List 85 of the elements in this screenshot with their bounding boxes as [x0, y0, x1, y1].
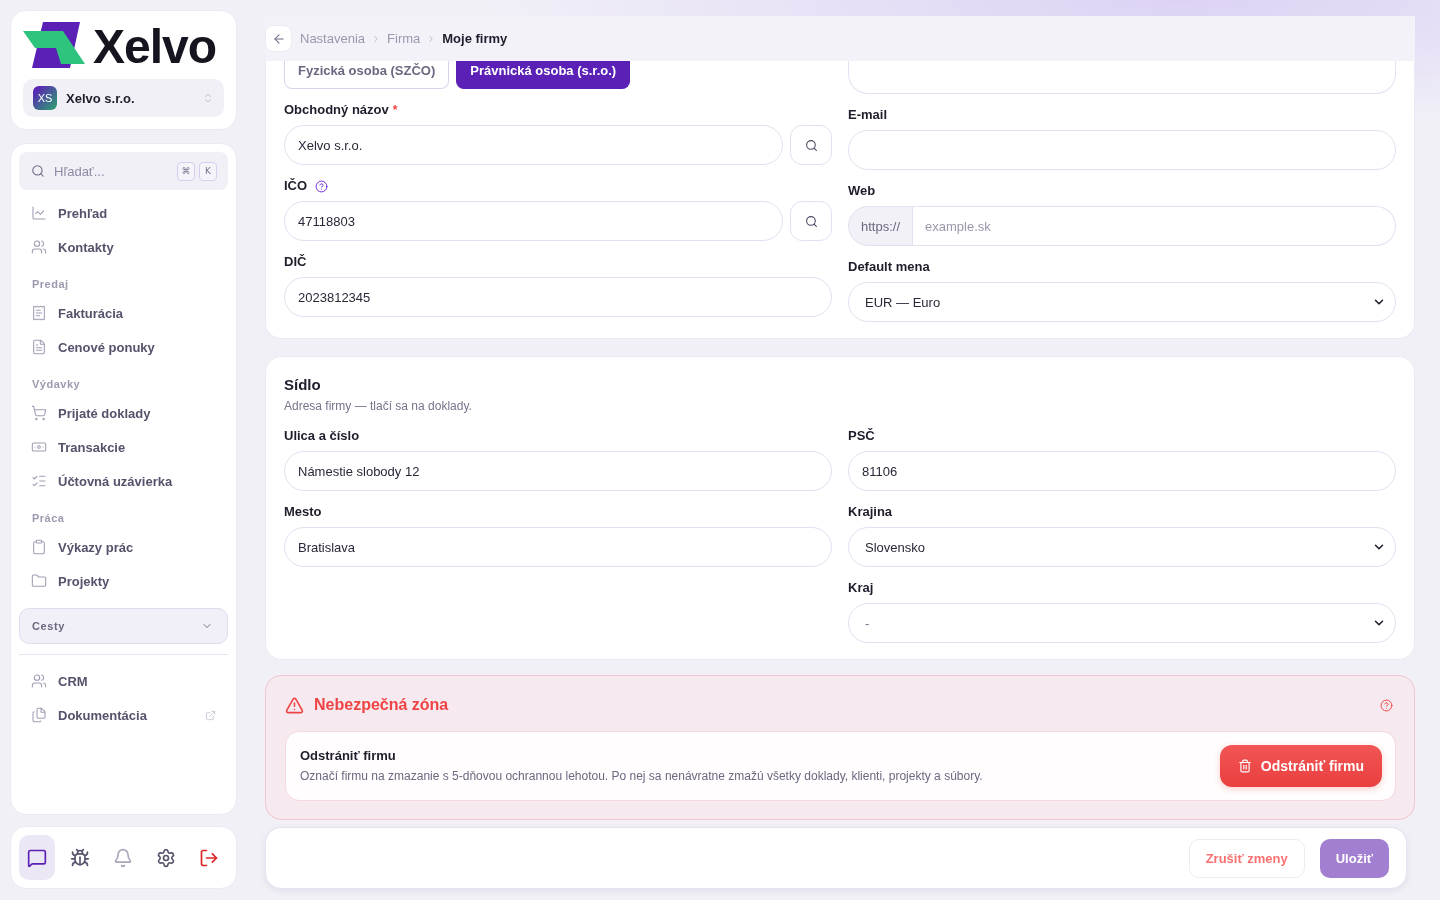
delete-company-button[interactable]: Odstrániť firmu — [1219, 745, 1382, 788]
shortcut-key: K — [199, 161, 217, 181]
search-icon — [804, 214, 818, 228]
chevrons-up-down-icon — [202, 92, 214, 104]
nav-section-title: Výdavky — [31, 377, 82, 392]
nav-item[interactable]: Prehľad — [19, 196, 228, 230]
nav-section-title: Predaj — [31, 277, 70, 292]
back-button[interactable] — [265, 25, 292, 53]
checklist-icon — [31, 473, 47, 489]
banknote-icon — [31, 439, 47, 455]
delete-company-description: Označí firmu na zmazanie s 5-dňovou ochrannou lehotou. Po nej sa nenávratne zmažú všetky doklady, klienti, projekty a súbory. — [300, 768, 983, 785]
text-input[interactable] — [848, 61, 1396, 95]
entity-type-button[interactable]: Fyzická osoba (SZČO) — [284, 61, 450, 90]
text-input[interactable]: 81106 — [848, 451, 1396, 492]
field-label: Web — [848, 183, 876, 200]
entity-type-button[interactable]: Právnická osoba (s.r.o.) — [456, 61, 631, 90]
danger-zone-title: Nebezpečná zóna — [314, 696, 449, 715]
nav-section-title: Práca — [31, 511, 66, 526]
field-label: E-mail — [848, 107, 887, 124]
bell-icon — [113, 847, 133, 868]
settings-icon — [156, 847, 176, 868]
nav-item[interactable]: CRM — [19, 664, 228, 698]
chart-line-icon — [31, 205, 47, 221]
field-label: IČO — [284, 178, 308, 195]
lookup-button[interactable] — [790, 201, 832, 242]
search-input[interactable]: Hľadať... — [54, 156, 168, 186]
company-switcher[interactable]: XS Xelvo s.r.o. — [23, 79, 224, 117]
delete-company-title: Odstrániť firmu — [300, 748, 397, 765]
shortcut-key: ⌘ — [177, 161, 195, 181]
search-icon — [31, 164, 45, 178]
field-label: Obchodný názov — [284, 102, 389, 119]
nav-item[interactable]: Fakturácia — [19, 296, 228, 330]
field-label: Kraj — [848, 580, 874, 597]
warning-icon — [285, 695, 304, 715]
text-input[interactable]: 2023812345 — [284, 277, 832, 318]
field-label: Default mena — [848, 259, 930, 276]
text-input[interactable]: Námestie slobody 12 — [284, 451, 832, 492]
document-icon — [31, 339, 47, 355]
bug-icon — [70, 847, 90, 868]
logo-mark-icon — [23, 22, 85, 68]
field-label: Ulica a číslo — [284, 428, 360, 445]
files-icon — [31, 707, 47, 723]
field-label: Mesto — [284, 504, 322, 521]
breadcrumb-current: Moje firmy — [442, 31, 508, 47]
company-avatar: XS — [33, 86, 57, 110]
text-input[interactable]: 47118803 — [284, 201, 783, 242]
field-label: Krajina — [848, 504, 893, 521]
text-input[interactable]: Xelvo s.r.o. — [284, 125, 783, 166]
folder-icon — [31, 573, 47, 589]
cart-icon — [31, 405, 47, 421]
clipboard-icon — [31, 539, 47, 555]
select-field[interactable]: Slovensko — [848, 527, 1396, 568]
lookup-button[interactable] — [790, 125, 832, 166]
users-icon — [31, 239, 47, 255]
receipt-icon — [31, 305, 47, 321]
nav-item[interactable]: Projekty — [19, 564, 228, 598]
chat-icon — [27, 847, 47, 868]
nav-item[interactable]: Výkazy prác — [19, 530, 228, 564]
nav-item[interactable]: Transakcie — [19, 430, 228, 464]
nav-item[interactable]: Dokumentácia — [19, 698, 228, 732]
help-icon[interactable] — [1380, 698, 1393, 712]
text-input[interactable]: Bratislava — [284, 527, 832, 568]
field-label: PSČ — [848, 428, 875, 445]
select-field[interactable]: EUR — Euro — [848, 282, 1396, 323]
field-label: DIČ — [284, 254, 307, 271]
help-icon[interactable] — [315, 179, 329, 193]
trash-icon — [1237, 759, 1252, 774]
section-subtitle: Adresa firmy — tlačí sa na doklady. — [284, 398, 473, 415]
search-icon — [804, 138, 818, 152]
nav-item[interactable]: Cenové ponuky — [19, 330, 228, 364]
nav-item[interactable]: Kontakty — [19, 230, 228, 264]
logout-icon — [199, 847, 219, 868]
text-input[interactable] — [848, 130, 1396, 171]
logo-wordmark: Xelvo — [93, 20, 217, 70]
select-field[interactable]: - — [848, 603, 1396, 644]
nav-item[interactable]: Účtovná uzávierka — [19, 464, 228, 498]
toolbar-button[interactable] — [19, 835, 55, 880]
group-dropdown[interactable]: Cesty — [19, 608, 228, 644]
url-prefix: https:// — [848, 206, 914, 247]
url-input[interactable]: example.sk — [913, 206, 1396, 247]
search-bar[interactable]: Hľadať... ⌘ K — [19, 152, 228, 190]
required-mark: * — [392, 102, 398, 119]
section-title: Sídlo — [284, 375, 322, 396]
users-icon — [31, 673, 47, 689]
nav-item[interactable]: Prijaté doklady — [19, 396, 228, 430]
